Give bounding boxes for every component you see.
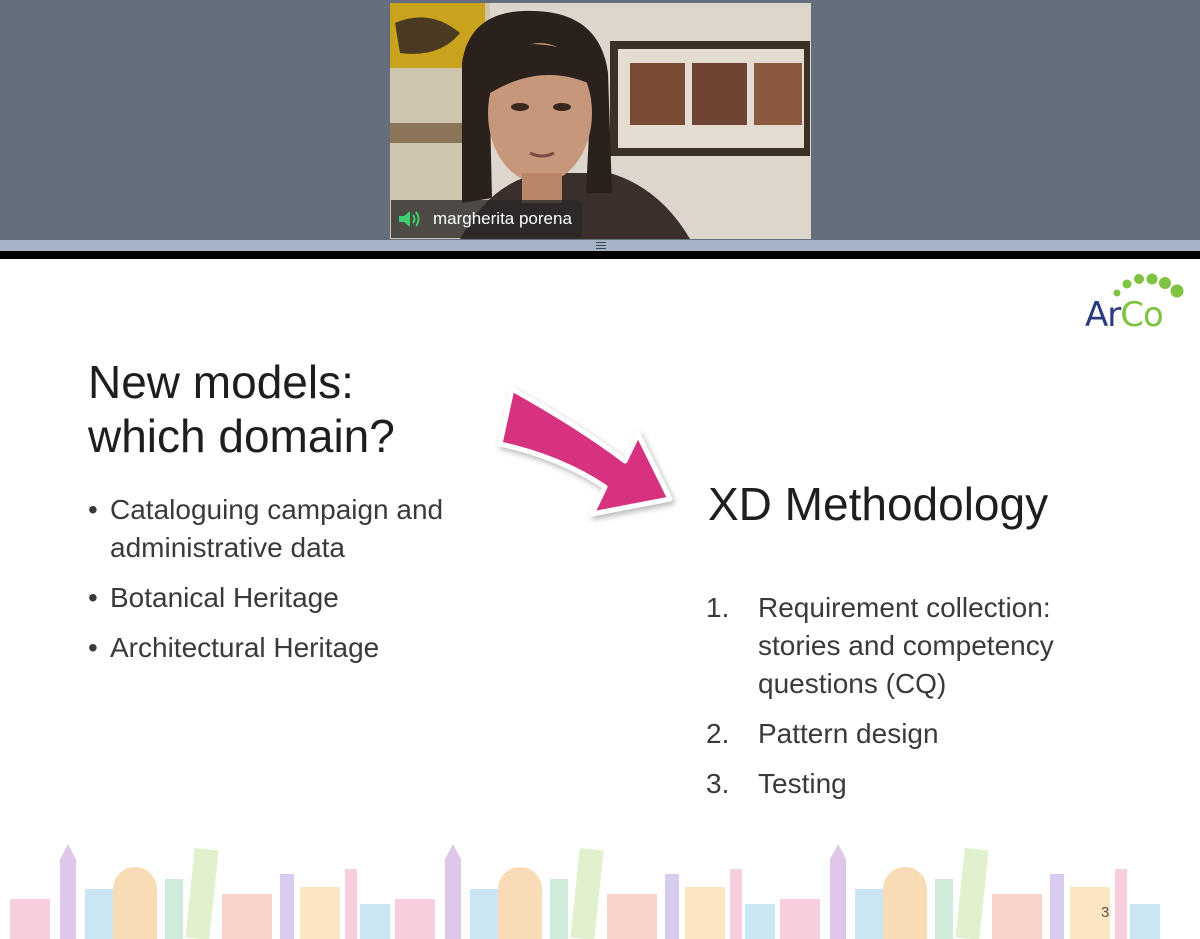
left-heading-line2: which domain? (88, 410, 395, 462)
curved-arrow-icon (497, 386, 673, 517)
step-text: Testing (758, 768, 847, 799)
participant-name: margherita porena (433, 209, 572, 228)
methodology-step-list: 1. Requirement collection: stories and co… (706, 589, 1126, 815)
bullet-item: • Botanical Heritage (86, 579, 506, 617)
strip-divider (0, 251, 1200, 259)
city-skyline-decoration (10, 844, 1160, 939)
participant-name-badge: margherita porena (391, 200, 582, 238)
domain-bullet-list: • Cataloguing campaign and administrative… (86, 491, 506, 679)
step-number: 3. (706, 768, 730, 799)
bullet-marker: • (88, 494, 98, 525)
logo-text-co: Co (1120, 295, 1164, 335)
bullet-text: Architectural Heritage (110, 632, 380, 663)
step-text: Requirement collection: stories and comp… (758, 592, 1054, 699)
slide-right-heading: XD Methodology (708, 478, 1049, 530)
arco-logo: ArCo (1080, 273, 1190, 335)
bullet-text: Botanical Heritage (110, 582, 339, 613)
bullet-marker: • (88, 582, 98, 613)
resize-handle-icon[interactable] (596, 242, 606, 249)
left-heading-line1: New models: (88, 356, 354, 408)
shared-slide: ArCo New models: which domain? • Catalogu… (0, 259, 1200, 939)
bullet-text: Cataloguing campaign and administrative … (110, 494, 444, 563)
step-text: Pattern design (758, 718, 939, 749)
step-item: 3. Testing (706, 765, 1126, 803)
step-number: 2. (706, 718, 730, 749)
step-number: 1. (706, 592, 730, 623)
bullet-marker: • (88, 632, 98, 663)
step-item: 2. Pattern design (706, 715, 1126, 753)
logo-text-ar: Ar (1085, 295, 1121, 335)
bullet-item: • Architectural Heritage (86, 629, 506, 667)
bullet-item: • Cataloguing campaign and administrative… (86, 491, 506, 567)
slide-number: 3 (1101, 904, 1110, 921)
slide-left-heading: New models: which domain? (88, 355, 488, 463)
speaker-active-icon (399, 211, 420, 227)
step-item: 1. Requirement collection: stories and co… (706, 589, 1126, 703)
